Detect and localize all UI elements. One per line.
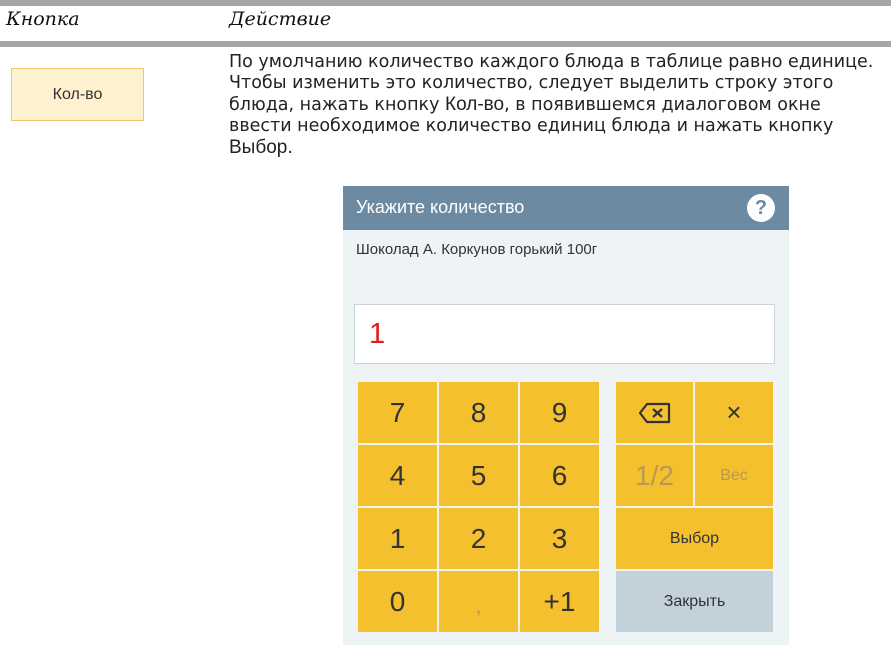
quantity-input[interactable]: 1 (354, 304, 775, 364)
clear-key[interactable]: × (695, 382, 773, 443)
dialog-item-name: Шоколад А. Коркунов горький 100г (356, 241, 598, 258)
key-8[interactable]: 8 (439, 382, 518, 443)
key-7[interactable]: 7 (358, 382, 437, 443)
key-5[interactable]: 5 (439, 445, 518, 506)
quantity-button[interactable]: Кол-во (11, 68, 144, 121)
dialog-title-bar: Укажите количество ? (343, 186, 789, 230)
plus-one-key[interactable]: +1 (520, 571, 599, 632)
help-icon[interactable]: ? (747, 194, 775, 222)
key-4[interactable]: 4 (358, 445, 437, 506)
desc-text-3: . (287, 138, 293, 158)
key-3[interactable]: 3 (520, 508, 599, 569)
table-header-rule (0, 41, 891, 47)
close-button[interactable]: Закрыть (616, 571, 773, 632)
action-description: По умолчанию количество каждого блюда в … (229, 52, 879, 159)
key-2[interactable]: 2 (439, 508, 518, 569)
key-0[interactable]: 0 (358, 571, 437, 632)
backspace-key[interactable] (616, 382, 693, 443)
quantity-dialog: Укажите количество ? Шоколад А. Коркунов… (343, 186, 789, 645)
select-button[interactable]: Выбор (616, 508, 773, 569)
desc-select-button-ref: Выбор (229, 137, 288, 158)
column-header-action: Действие (229, 8, 332, 30)
key-1[interactable]: 1 (358, 508, 437, 569)
desc-quantity-button-ref: Кол-во (445, 94, 505, 115)
weight-key[interactable]: Вес (695, 445, 773, 506)
comma-key[interactable]: , (439, 571, 518, 632)
column-header-button: Кнопка (6, 8, 80, 30)
dialog-title: Укажите количество (356, 197, 525, 217)
key-6[interactable]: 6 (520, 445, 599, 506)
backspace-icon (638, 402, 670, 423)
key-9[interactable]: 9 (520, 382, 599, 443)
quantity-input-value: 1 (369, 318, 386, 350)
table-top-rule (0, 0, 891, 6)
half-key[interactable]: 1/2 (616, 445, 693, 506)
